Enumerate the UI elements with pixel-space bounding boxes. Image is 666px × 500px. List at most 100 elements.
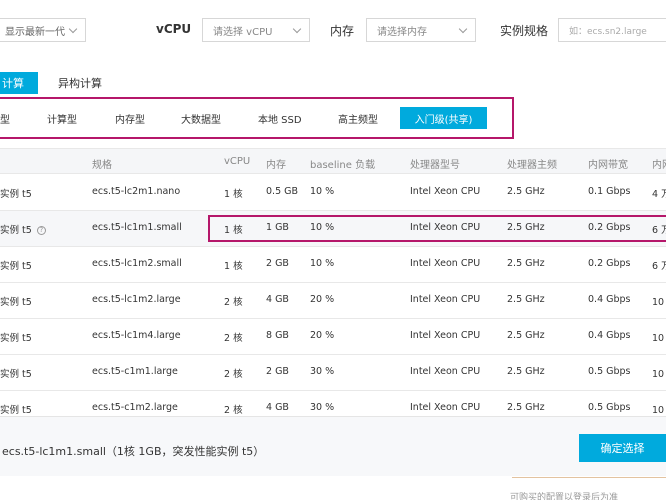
cell-vcpu: 2 核 bbox=[224, 369, 243, 380]
table-row[interactable]: 实例 t5 ecs.t5-lc1m2.small 1 核 2 GB 10 % I… bbox=[0, 247, 666, 283]
spec-label: 实例规格 bbox=[500, 24, 549, 38]
cell-bandwidth: 0.5 Gbps bbox=[588, 366, 631, 377]
instance-type-tabs: 型 计算型 内存型 大数据型 本地 SSD 高主频型 入门级(共享) bbox=[0, 97, 514, 139]
cell-cpu-model: Intel Xeon CPU bbox=[410, 258, 481, 269]
cell-spec: ecs.t5-lc1m4.large bbox=[92, 330, 181, 341]
chevron-down-icon bbox=[68, 24, 78, 34]
col-vcpu: vCPU bbox=[224, 156, 251, 167]
generation-select-value: 显示最新一代 bbox=[5, 26, 65, 38]
cell-spec: ecs.t5-lc1m1.small bbox=[92, 222, 182, 233]
col-spec: 规格 bbox=[92, 160, 112, 171]
cell-baseline: 20 % bbox=[310, 330, 335, 341]
confirm-button[interactable]: 确定选择 bbox=[579, 434, 666, 462]
cell-bandwidth: 0.1 Gbps bbox=[588, 186, 631, 197]
type-tab-high-freq[interactable]: 高主频型 bbox=[338, 111, 378, 126]
cell-baseline: 10 % bbox=[310, 258, 335, 269]
selected-row-highlight bbox=[208, 215, 666, 242]
cell-pps: 10 万 bbox=[652, 369, 666, 380]
cell-vcpu: 2 核 bbox=[224, 333, 243, 344]
cell-spec: ecs.t5-lc1m2.small bbox=[92, 258, 182, 269]
cell-bandwidth: 0.5 Gbps bbox=[588, 402, 631, 413]
vcpu-label: vCPU bbox=[156, 22, 192, 36]
spec-search-input[interactable]: 如：ecs.sn2.large bbox=[558, 18, 666, 42]
table-row[interactable]: 实例 t5 ecs.t5-lc2m1.nano 1 核 0.5 GB 10 % … bbox=[0, 175, 666, 211]
cell-spec: ecs.t5-c1m2.large bbox=[92, 402, 178, 413]
purchase-note: 可购买的配置以登录后为准 bbox=[510, 493, 619, 500]
cell-cpu-freq: 2.5 GHz bbox=[507, 186, 545, 197]
cell-pps: 10 万 bbox=[652, 333, 666, 344]
type-tab-bigdata[interactable]: 大数据型 bbox=[181, 111, 221, 126]
col-memory: 内存 bbox=[266, 160, 286, 171]
cell-cpu-freq: 2.5 GHz bbox=[507, 294, 545, 305]
spec-search-placeholder: 如：ecs.sn2.large bbox=[569, 26, 647, 37]
cell-vcpu: 2 核 bbox=[224, 405, 243, 416]
cell-memory: 2 GB bbox=[266, 258, 289, 269]
table-row[interactable]: 实例 t5 ecs.t5-c1m1.large 2 核 2 GB 30 % In… bbox=[0, 355, 666, 391]
cell-family: 实例 t5 bbox=[0, 297, 32, 308]
col-pps: 内网 bbox=[652, 160, 666, 171]
chevron-down-icon bbox=[292, 24, 302, 34]
cell-memory: 8 GB bbox=[266, 330, 289, 341]
memory-select-placeholder: 请选择内存 bbox=[377, 26, 427, 38]
cell-cpu-freq: 2.5 GHz bbox=[507, 402, 545, 413]
cell-family: 实例 t5 bbox=[0, 261, 32, 272]
cell-family: 实例 t5 bbox=[0, 369, 32, 380]
cell-pps: 4 万 bbox=[652, 189, 666, 200]
cell-cpu-freq: 2.5 GHz bbox=[507, 258, 545, 269]
cell-bandwidth: 0.2 Gbps bbox=[588, 258, 631, 269]
table-row[interactable]: 实例 t5 ecs.t5-lc1m2.large 2 核 4 GB 20 % I… bbox=[0, 283, 666, 319]
cell-vcpu: 1 核 bbox=[224, 189, 243, 200]
type-tab-entry-shared[interactable]: 入门级(共享) bbox=[400, 107, 487, 129]
cell-cpu-freq: 2.5 GHz bbox=[507, 330, 545, 341]
cell-spec: ecs.t5-lc2m1.nano bbox=[92, 186, 181, 197]
cell-vcpu: 2 核 bbox=[224, 297, 243, 308]
cell-cpu-model: Intel Xeon CPU bbox=[410, 366, 481, 377]
divider bbox=[512, 477, 666, 478]
cell-family: 实例 t5 bbox=[0, 405, 32, 416]
cell-cpu-model: Intel Xeon CPU bbox=[410, 294, 481, 305]
cell-family: 实例 t5 bbox=[0, 333, 32, 344]
tab-compute[interactable]: 计算 bbox=[0, 72, 38, 94]
chevron-down-icon bbox=[458, 24, 468, 34]
cell-baseline: 20 % bbox=[310, 294, 335, 305]
cell-pps: 6 万 bbox=[652, 261, 666, 272]
col-cpu-model: 处理器型号 bbox=[410, 160, 460, 171]
type-tab-local-ssd[interactable]: 本地 SSD bbox=[258, 111, 302, 126]
cell-family-text: 实例 t5 bbox=[0, 225, 32, 236]
type-tab-compute[interactable]: 计算型 bbox=[47, 111, 77, 126]
memory-select[interactable]: 请选择内存 bbox=[366, 18, 476, 42]
col-baseline: baseline 负载 bbox=[310, 160, 376, 171]
cell-spec: ecs.t5-c1m1.large bbox=[92, 366, 178, 377]
cell-cpu-model: Intel Xeon CPU bbox=[410, 330, 481, 341]
type-tab[interactable]: 型 bbox=[0, 111, 10, 126]
selection-summary: ecs.t5-lc1m1.small（1核 1GB，突发性能实例 t5） bbox=[2, 445, 265, 458]
cell-spec: ecs.t5-lc1m2.large bbox=[92, 294, 181, 305]
col-cpu-freq: 处理器主频 bbox=[507, 160, 557, 171]
help-icon[interactable]: ? bbox=[36, 226, 46, 235]
cell-memory: 4 GB bbox=[266, 294, 289, 305]
cell-baseline: 30 % bbox=[310, 402, 335, 413]
cell-cpu-model: Intel Xeon CPU bbox=[410, 402, 481, 413]
cell-memory: 2 GB bbox=[266, 366, 289, 377]
cell-vcpu: 1 核 bbox=[224, 261, 243, 272]
cell-bandwidth: 0.4 Gbps bbox=[588, 330, 631, 341]
cell-baseline: 10 % bbox=[310, 186, 335, 197]
generation-select[interactable]: 显示最新一代 bbox=[0, 18, 86, 42]
selection-footer: ecs.t5-lc1m1.small（1核 1GB，突发性能实例 t5） 确定选… bbox=[0, 416, 666, 476]
col-bandwidth: 内网带宽 bbox=[588, 160, 628, 171]
cell-bandwidth: 0.4 Gbps bbox=[588, 294, 631, 305]
type-tab-memory[interactable]: 内存型 bbox=[115, 111, 145, 126]
memory-label: 内存 bbox=[330, 24, 355, 38]
vcpu-select-placeholder: 请选择 vCPU bbox=[213, 26, 273, 38]
cell-cpu-model: Intel Xeon CPU bbox=[410, 186, 481, 197]
cell-family: 实例 t5 bbox=[0, 189, 32, 200]
table-header: 规格 vCPU 内存 baseline 负载 处理器型号 处理器主频 内网带宽 … bbox=[0, 148, 666, 174]
vcpu-select[interactable]: 请选择 vCPU bbox=[202, 18, 310, 42]
cell-memory: 4 GB bbox=[266, 402, 289, 413]
table-row[interactable]: 实例 t5 ecs.t5-lc1m4.large 2 核 8 GB 20 % I… bbox=[0, 319, 666, 355]
cell-memory: 0.5 GB bbox=[266, 186, 299, 197]
cell-baseline: 30 % bbox=[310, 366, 335, 377]
cell-family: 实例 t5? bbox=[0, 222, 46, 236]
cell-cpu-freq: 2.5 GHz bbox=[507, 366, 545, 377]
tab-heterogeneous[interactable]: 异构计算 bbox=[58, 72, 102, 94]
